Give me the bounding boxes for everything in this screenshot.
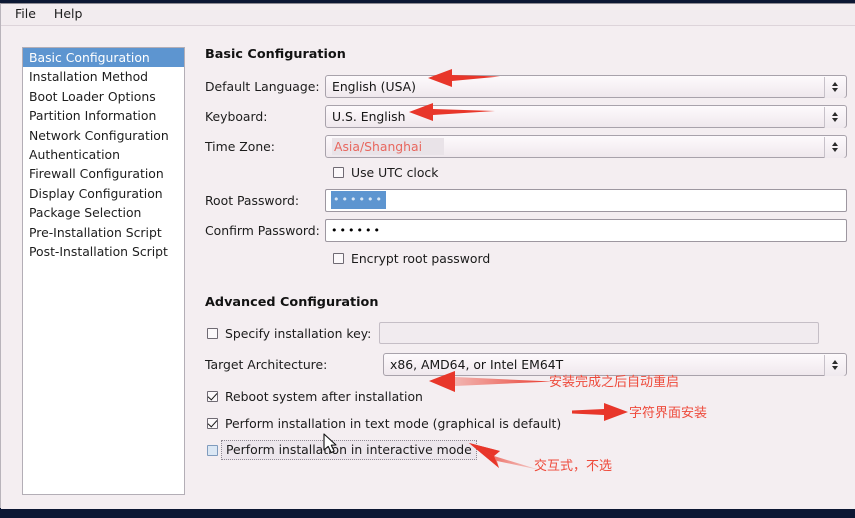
sidebar-item-basic-configuration[interactable]: Basic Configuration xyxy=(23,48,184,68)
sidebar-item-post-installation-script[interactable]: Post-Installation Script xyxy=(23,242,184,261)
confirm-password-field[interactable]: •••••• xyxy=(325,218,847,242)
confirm-password-value: •••••• xyxy=(331,223,382,237)
basic-configuration-panel: Basic Configuration Default Language: En… xyxy=(197,47,847,502)
time-zone-value: Asia/Shanghai xyxy=(332,137,445,155)
row-reboot-after-installation: Reboot system after installation xyxy=(197,386,847,407)
installation-key-field[interactable] xyxy=(379,322,820,344)
interactive-mode-installation-checkbox[interactable] xyxy=(207,445,218,456)
keyboard-label: Keyboard: xyxy=(205,108,268,124)
row-confirm-password: Confirm Password: •••••• xyxy=(197,216,847,244)
sidebar-item-installation-method[interactable]: Installation Method xyxy=(23,67,184,86)
basic-configuration-heading: Basic Configuration xyxy=(205,47,346,62)
specify-installation-key-label[interactable]: Specify installation key: xyxy=(225,326,371,341)
encrypt-root-password-checkbox[interactable] xyxy=(333,253,344,264)
row-keyboard: Keyboard: U.S. English xyxy=(197,102,847,130)
keyboard-combo[interactable]: U.S. English xyxy=(325,104,847,128)
menu-help[interactable]: Help xyxy=(49,6,92,24)
sidebar-item-boot-loader-options[interactable]: Boot Loader Options xyxy=(23,87,184,106)
window-content: Basic Configuration Installation Method … xyxy=(1,27,855,509)
target-architecture-combo[interactable]: x86, AMD64, or Intel EM64T xyxy=(383,352,847,376)
row-default-language: Default Language: English (USA) xyxy=(197,72,847,100)
root-password-label: Root Password: xyxy=(205,192,300,208)
chevron-updown-icon[interactable] xyxy=(824,106,845,128)
sidebar-item-firewall-configuration[interactable]: Firewall Configuration xyxy=(23,164,184,183)
row-use-utc-clock: Use UTC clock xyxy=(197,162,847,183)
target-architecture-label: Target Architecture: xyxy=(205,356,328,372)
row-specify-installation-key: Specify installation key: xyxy=(197,320,847,346)
row-time-zone: Time Zone: Asia/Shanghai xyxy=(197,132,847,160)
time-zone-label: Time Zone: xyxy=(205,138,275,154)
interactive-mode-installation-label[interactable]: Perform installation in interactive mode xyxy=(221,440,477,460)
sidebar-item-network-configuration[interactable]: Network Configuration xyxy=(23,126,184,145)
row-encrypt-root-password: Encrypt root password xyxy=(197,248,847,269)
kickstart-configurator-window: File Help Basic Configuration Installati… xyxy=(0,3,855,509)
chevron-updown-icon[interactable] xyxy=(824,76,845,98)
chevron-updown-icon[interactable] xyxy=(824,354,845,376)
reboot-after-installation-checkbox[interactable] xyxy=(207,391,218,402)
default-language-combo[interactable]: English (USA) xyxy=(325,74,847,98)
sidebar-item-partition-information[interactable]: Partition Information xyxy=(23,106,184,125)
row-root-password: Root Password: •••••• xyxy=(197,186,847,214)
default-language-label: Default Language: xyxy=(205,78,320,94)
row-target-architecture: Target Architecture: x86, AMD64, or Inte… xyxy=(197,350,847,378)
encrypt-root-password-label[interactable]: Encrypt root password xyxy=(351,251,490,266)
root-password-value: •••••• xyxy=(331,191,386,209)
chevron-updown-icon[interactable] xyxy=(824,136,845,158)
time-zone-combo[interactable]: Asia/Shanghai xyxy=(325,134,847,158)
use-utc-clock-label[interactable]: Use UTC clock xyxy=(351,165,438,180)
sidebar-item-display-configuration[interactable]: Display Configuration xyxy=(23,184,184,203)
menu-file[interactable]: File xyxy=(10,6,45,24)
row-interactive-mode-installation: Perform installation in interactive mode xyxy=(197,440,847,461)
default-language-value: English (USA) xyxy=(332,78,416,94)
screen: File Help Basic Configuration Installati… xyxy=(0,0,855,518)
keyboard-value: U.S. English xyxy=(332,108,406,124)
menu-bar: File Help xyxy=(1,4,855,26)
row-text-mode-installation: Perform installation in text mode (graph… xyxy=(197,413,847,434)
sidebar-item-pre-installation-script[interactable]: Pre-Installation Script xyxy=(23,223,184,242)
reboot-after-installation-label[interactable]: Reboot system after installation xyxy=(225,389,423,404)
root-password-field[interactable]: •••••• xyxy=(325,188,847,212)
sidebar-item-package-selection[interactable]: Package Selection xyxy=(23,203,184,222)
specify-installation-key-checkbox[interactable] xyxy=(207,327,218,339)
advanced-configuration-heading: Advanced Configuration xyxy=(205,295,379,310)
configuration-section-list[interactable]: Basic Configuration Installation Method … xyxy=(22,47,185,495)
confirm-password-label: Confirm Password: xyxy=(205,222,320,238)
text-mode-installation-label[interactable]: Perform installation in text mode (graph… xyxy=(225,416,561,431)
text-mode-installation-checkbox[interactable] xyxy=(207,418,218,429)
use-utc-clock-checkbox[interactable] xyxy=(333,167,344,178)
sidebar-item-authentication[interactable]: Authentication xyxy=(23,145,184,164)
target-architecture-value: x86, AMD64, or Intel EM64T xyxy=(390,356,564,372)
